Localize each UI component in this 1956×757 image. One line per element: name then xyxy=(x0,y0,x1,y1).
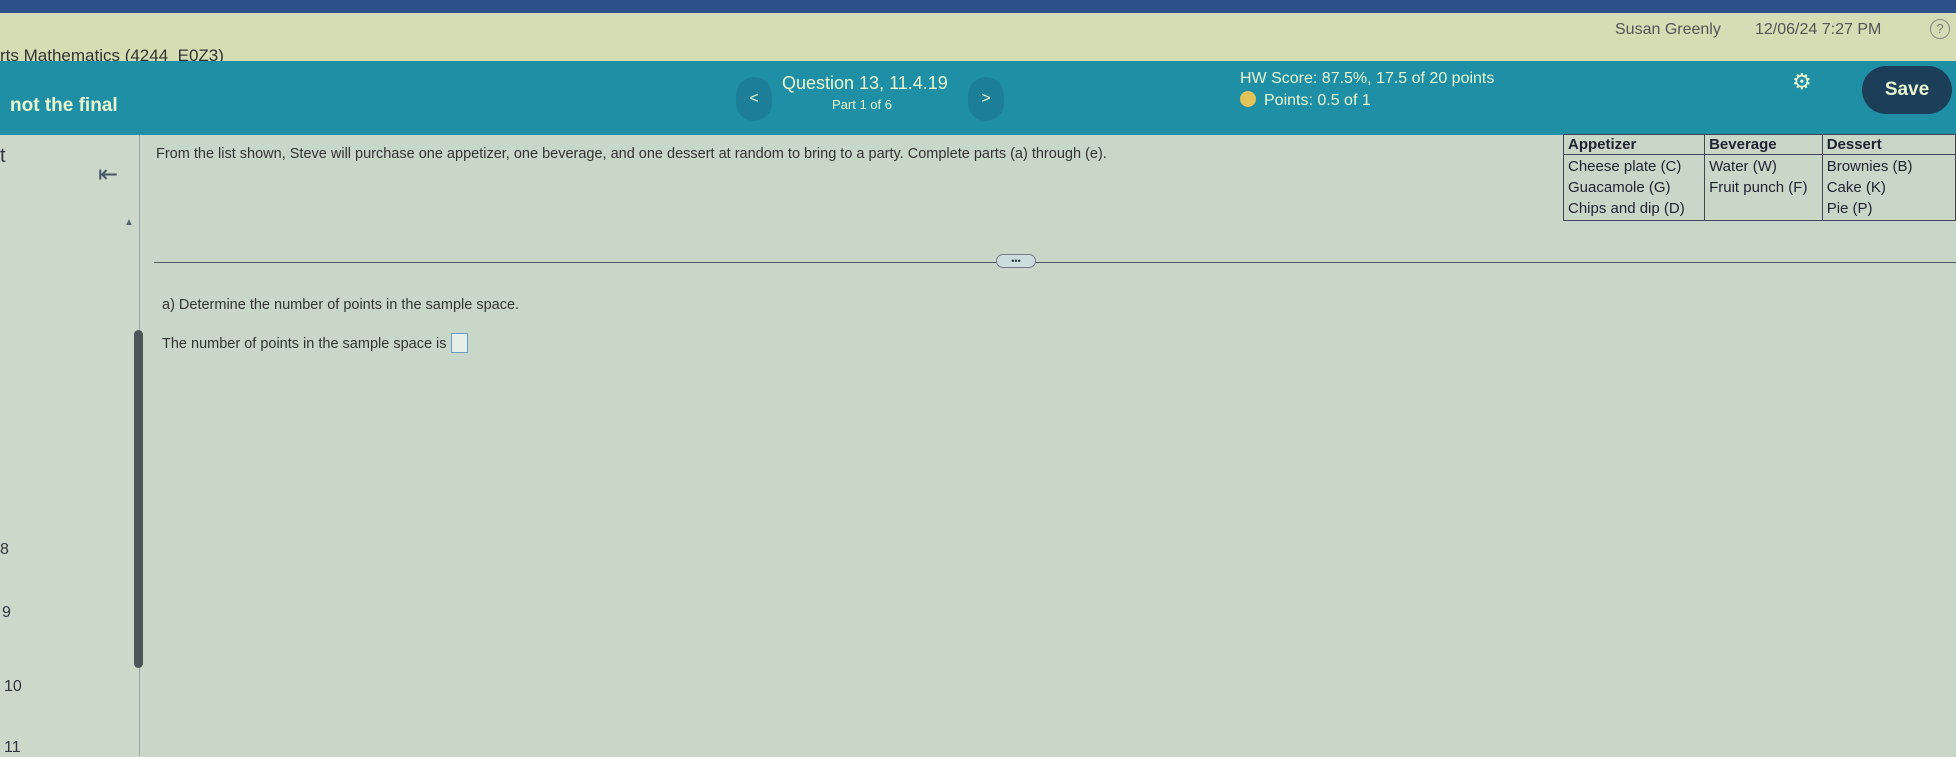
points: Points: 0.5 of 1 xyxy=(1240,91,1371,110)
appetizer-cell: Cheese plate (C) Guacamole (G) Chips and d… xyxy=(1562,154,1706,221)
sidebar-item[interactable]: 9 xyxy=(2,604,11,622)
menu-table: Appetizer Beverage Dessert Cheese plate (C… xyxy=(1562,134,1956,221)
sidebar-partial-label: t xyxy=(0,145,6,167)
table-cell: Guacamole (G) xyxy=(1568,179,1671,196)
part-indicator: Part 1 of 6 xyxy=(832,97,892,112)
user-name: Susan Greenly xyxy=(1615,21,1721,38)
header-beverage: Beverage xyxy=(1704,134,1823,155)
part-a-prompt: a) Determine the number of points in the… xyxy=(162,297,520,313)
table-cell: Cheese plate (C) xyxy=(1568,158,1682,175)
beverage-cell: Water (W) Fruit punch (F) xyxy=(1704,154,1823,221)
sidebar-item[interactable]: 11 xyxy=(4,739,21,757)
scroll-up-icon[interactable]: ▲ xyxy=(124,217,134,228)
table-cell: Brownies (B) xyxy=(1826,158,1913,175)
browser-tab-strip xyxy=(0,0,1956,13)
sidebar-item[interactable]: 8 xyxy=(0,541,9,559)
divider xyxy=(154,262,1956,263)
question-toolbar: not the final < Question 13, 11.4.19 Par… xyxy=(0,61,1956,135)
answer-prompt: The number of points in the sample space… xyxy=(162,336,447,352)
sidebar-item[interactable]: 10 xyxy=(4,678,22,696)
points-text: Points: 0.5 of 1 xyxy=(1264,92,1371,109)
header-dessert: Dessert xyxy=(1821,134,1956,155)
datetime: 12/06/24 7:27 PM xyxy=(1755,21,1882,38)
expand-more-button[interactable]: ••• xyxy=(996,254,1036,268)
collapse-sidebar-icon[interactable]: ⇤ xyxy=(98,160,118,189)
table-cell: Chips and dip (D) xyxy=(1568,200,1685,217)
scrollbar[interactable] xyxy=(134,330,143,668)
table-cell: Pie (P) xyxy=(1826,200,1873,217)
table-cell: Fruit punch (F) xyxy=(1709,179,1808,196)
question-number: Question 13, 11.4.19 xyxy=(782,73,948,93)
table-cell: Water (W) xyxy=(1709,158,1777,175)
gear-icon[interactable]: ⚙ xyxy=(1792,69,1812,95)
save-button[interactable]: Save xyxy=(1862,66,1952,114)
course-header: rts Mathematics (4244_E0Z3) Susan Greenl… xyxy=(0,13,1956,65)
question-sidebar: t 8 9 10 11 xyxy=(0,135,140,756)
answer-input[interactable] xyxy=(450,333,468,353)
next-question-button[interactable]: > xyxy=(968,77,1004,121)
assignment-title: not the final xyxy=(10,95,118,116)
header-appetizer: Appetizer xyxy=(1562,134,1706,155)
answer-line: The number of points in the sample space… xyxy=(162,333,468,353)
partial-credit-icon xyxy=(1240,91,1256,107)
previous-question-button[interactable]: < xyxy=(736,77,772,121)
dessert-cell: Brownies (B) Cake (K) Pie (P) xyxy=(1821,154,1956,221)
table-cell: Cake (K) xyxy=(1826,179,1886,196)
question-text: From the list shown, Steve will purchase… xyxy=(156,146,1107,162)
help-icon[interactable]: ? xyxy=(1930,19,1950,39)
hw-score: HW Score: 87.5%, 17.5 of 20 points xyxy=(1240,70,1495,87)
